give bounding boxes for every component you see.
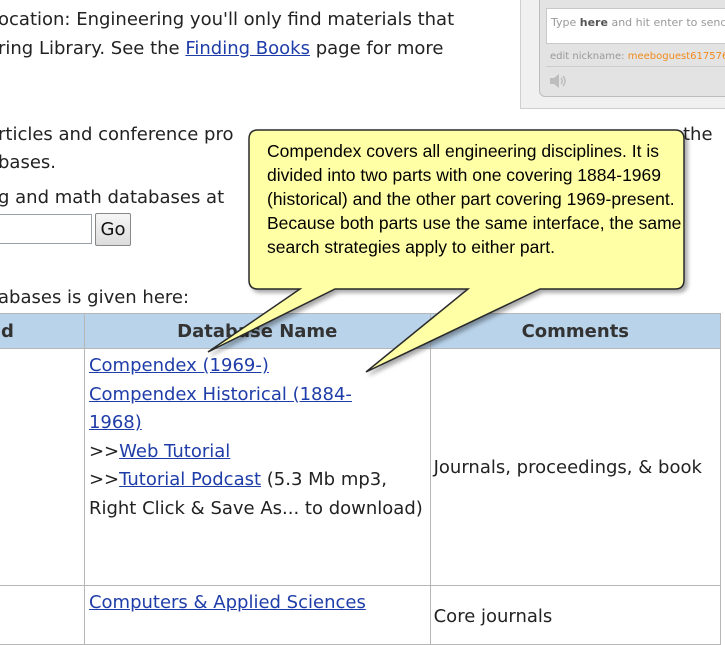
- intro-line-3-end: the: [683, 122, 713, 148]
- finding-books-link[interactable]: Finding Books: [185, 38, 310, 59]
- speaker-icon[interactable]: [548, 73, 566, 89]
- table-cell-database: Computers & Applied Sciences: [83, 585, 431, 645]
- table-cell-empty: [0, 585, 85, 645]
- table-row: Computers & Applied Sciences Core journa…: [0, 585, 722, 645]
- chat-nickname-label: edit nickname:: [550, 51, 628, 62]
- database-table: d Database Name Comments Compendex (1969…: [0, 313, 722, 645]
- tutorial-podcast-link[interactable]: Tutorial Podcast: [119, 469, 261, 490]
- intro-text-6: abases is given here:: [0, 287, 190, 308]
- chat-placeholder: Type here and hit enter to send a m: [551, 16, 725, 29]
- intro-line-1: ocation: Engineering you'll only find ma…: [0, 7, 454, 33]
- intro-text-2b: page for more: [309, 38, 444, 59]
- table-header-row: d Database Name Comments: [0, 313, 722, 349]
- podcast-line: >>Tutorial Podcast (5.3 Mb mp3, Right Cl…: [89, 466, 426, 523]
- chat-divider: [546, 66, 725, 67]
- intro-text-1: ocation: Engineering you'll only find ma…: [0, 9, 455, 30]
- intro-line-5: g and math databases at: [0, 185, 224, 211]
- table-cell-empty: [0, 348, 85, 586]
- intro-line-2: ring Library. See the Finding Books page…: [0, 36, 443, 62]
- callout-text: Compendex covers all engineering discipl…: [267, 141, 682, 257]
- chat-placeholder-bold: here: [579, 16, 608, 29]
- web-tutorial-link[interactable]: Web Tutorial: [119, 441, 230, 462]
- intro-text-3a: rticles and conference pro: [0, 124, 234, 145]
- computers-applied-sciences-link[interactable]: Computers & Applied Sciences: [89, 592, 366, 613]
- compendex-historical-link[interactable]: Compendex Historical (1884-1968): [89, 381, 389, 438]
- intro-line-4: bases.: [0, 150, 56, 176]
- intro-line-3: rticles and conference pro: [0, 122, 233, 148]
- intro-text-2: ring Library. See the: [0, 38, 186, 59]
- chat-placeholder-prefix: Type: [551, 16, 580, 29]
- column-header-comments: Comments: [429, 313, 722, 349]
- column-header-database-name: Database Name: [83, 313, 431, 349]
- podcast-prefix: >>: [88, 469, 120, 490]
- intro-text-5: g and math databases at: [0, 187, 225, 208]
- column-header-field: d: [0, 313, 85, 349]
- table-cell-database: Compendex (1969-) Compendex Historical (…: [83, 348, 431, 586]
- table-cell-comments: Journals, proceedings, & book: [429, 348, 722, 586]
- intro-line-6: abases is given here:: [0, 285, 189, 311]
- chat-nickname-row[interactable]: edit nickname: meeboguest617576: [550, 51, 725, 62]
- chat-nickname-value: meeboguest617576: [627, 51, 725, 62]
- intro-text-3c: the: [683, 124, 713, 145]
- web-tutorial-line: >>Web Tutorial: [89, 438, 426, 467]
- intro-text-4: bases.: [0, 152, 57, 173]
- database-search-input[interactable]: [0, 214, 92, 244]
- table-row: Compendex (1969-) Compendex Historical (…: [0, 348, 722, 586]
- chat-placeholder-suffix: and hit enter to send a m: [611, 16, 725, 29]
- go-button[interactable]: Go: [95, 213, 131, 246]
- compendex-link[interactable]: Compendex (1969-): [89, 352, 426, 381]
- tutorial-prefix: >>: [88, 440, 120, 462]
- table-cell-comments: Core journals: [429, 585, 722, 645]
